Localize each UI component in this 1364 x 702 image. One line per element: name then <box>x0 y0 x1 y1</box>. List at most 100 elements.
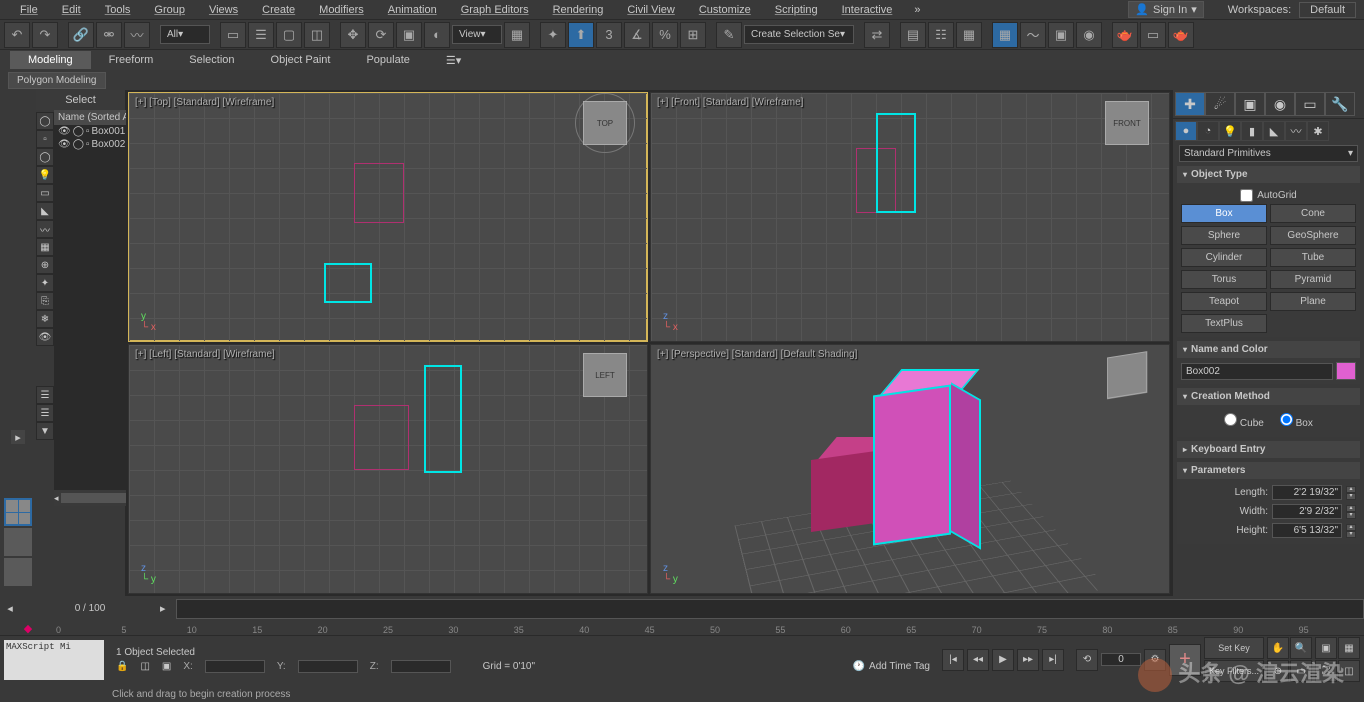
box-button[interactable]: Box <box>1181 204 1267 223</box>
display-hidden-icon[interactable]: 👁 <box>36 328 54 346</box>
menu-more-icon[interactable]: » <box>914 4 920 16</box>
display-space-icon[interactable]: 〰 <box>36 220 54 238</box>
isolate-icon[interactable]: ◫ <box>140 661 149 672</box>
ref-coord-dropdown[interactable]: View ▾ <box>452 25 502 44</box>
goto-end-button[interactable]: ▸| <box>1042 649 1064 671</box>
lights-icon[interactable]: 💡 <box>1219 121 1241 141</box>
menu-graph-editors[interactable]: Graph Editors <box>449 2 541 18</box>
menu-group[interactable]: Group <box>142 2 197 18</box>
plane-button[interactable]: Plane <box>1270 292 1356 311</box>
menu-civil-view[interactable]: Civil View <box>615 2 686 18</box>
display-tab-icon[interactable]: ▭ <box>1295 92 1325 116</box>
ribbon-button[interactable]: ▦ <box>992 22 1018 48</box>
rollout-header[interactable]: Name and Color <box>1177 341 1360 358</box>
menu-views[interactable]: Views <box>197 2 250 18</box>
z-input[interactable] <box>391 660 451 673</box>
move-button[interactable]: ✥ <box>340 22 366 48</box>
placement-button[interactable]: ◐ <box>424 22 450 48</box>
viewport-label[interactable]: [+] [Left] [Standard] [Wireframe] <box>135 349 275 360</box>
scene-item-box002[interactable]: 👁◯ ▫Box002 <box>54 138 133 151</box>
render-setup-button[interactable]: 🫖 <box>1112 22 1138 48</box>
width-spinner[interactable]: ▴▾ <box>1346 505 1356 519</box>
geosphere-button[interactable]: GeoSphere <box>1270 226 1356 245</box>
tab-more-icon[interactable]: ☰▾ <box>428 51 479 70</box>
viewport-perspective[interactable]: [+] [Perspective] [Standard] [Default Sh… <box>650 344 1170 594</box>
height-input[interactable] <box>1272 523 1342 538</box>
display-lights-icon[interactable]: 💡 <box>36 166 54 184</box>
cylinder-button[interactable]: Cylinder <box>1181 248 1267 267</box>
menu-file[interactable]: File <box>8 2 50 18</box>
cameras-icon[interactable]: ▮ <box>1241 121 1263 141</box>
scene-item-box001[interactable]: 👁◯ ▫Box001 <box>54 125 133 138</box>
goto-start-button[interactable]: |◂ <box>942 649 964 671</box>
geometry-icon[interactable]: ● <box>1175 121 1197 141</box>
teapot-button[interactable]: Teapot <box>1181 292 1267 311</box>
mirror-button[interactable]: ⇄ <box>864 22 890 48</box>
select-by-name-button[interactable]: ☰ <box>248 22 274 48</box>
scene-list-header[interactable]: Name (Sorted A <box>54 110 133 125</box>
menu-interactive[interactable]: Interactive <box>830 2 905 18</box>
modify-tab-icon[interactable]: ☄ <box>1205 92 1235 116</box>
rollout-header[interactable]: Keyboard Entry <box>1177 441 1360 458</box>
tab-modeling[interactable]: Modeling <box>10 51 91 69</box>
layout-alt-button[interactable] <box>4 558 32 586</box>
length-input[interactable] <box>1272 485 1342 500</box>
textplus-button[interactable]: TextPlus <box>1181 314 1267 333</box>
object-name-input[interactable] <box>1181 363 1333 380</box>
link-button[interactable]: 🔗 <box>68 22 94 48</box>
viewcube[interactable]: TOP <box>583 101 627 145</box>
layers-button[interactable]: ☷ <box>928 22 954 48</box>
create-tab-icon[interactable]: ✚ <box>1175 92 1205 116</box>
tab-selection[interactable]: Selection <box>171 51 252 69</box>
next-frame-button[interactable]: ▸▸ <box>1017 649 1039 671</box>
menu-rendering[interactable]: Rendering <box>541 2 616 18</box>
freeze-icon[interactable]: ◯ <box>73 126 84 137</box>
category-dropdown[interactable]: Standard Primitives ▾ <box>1179 145 1358 162</box>
material-editor-button[interactable]: ◉ <box>1076 22 1102 48</box>
keyboard-shortcut-button[interactable]: ⬆ <box>568 22 594 48</box>
prev-frame-button[interactable]: ◂◂ <box>967 649 989 671</box>
scene-scrollbar[interactable]: ◂▸ <box>54 490 133 506</box>
motion-tab-icon[interactable]: ◉ <box>1265 92 1295 116</box>
tab-populate[interactable]: Populate <box>348 51 427 69</box>
tube-button[interactable]: Tube <box>1270 248 1356 267</box>
visibility-icon[interactable]: 👁 <box>58 139 71 150</box>
unlink-button[interactable]: ⚮ <box>96 22 122 48</box>
cone-button[interactable]: Cone <box>1270 204 1356 223</box>
height-spinner[interactable]: ▴▾ <box>1346 524 1356 538</box>
snap-button[interactable]: 3 <box>596 22 622 48</box>
rollout-header[interactable]: Object Type <box>1177 166 1360 183</box>
scale-button[interactable]: ▣ <box>396 22 422 48</box>
redo-button[interactable]: ↷ <box>32 22 58 48</box>
viewport-front[interactable]: [+] [Front] [Standard] [Wireframe] FRONT… <box>650 92 1170 342</box>
timeline-scroll-right[interactable]: ▸ <box>160 602 176 615</box>
curve-editor-button[interactable]: 〜 <box>1020 22 1046 48</box>
length-spinner[interactable]: ▴▾ <box>1346 486 1356 500</box>
polygon-modeling-button[interactable]: Polygon Modeling <box>8 72 106 89</box>
maxscript-listener[interactable]: MAXScript Mi <box>4 640 104 680</box>
menu-scripting[interactable]: Scripting <box>763 2 830 18</box>
manipulate-button[interactable]: ✦ <box>540 22 566 48</box>
display-bone-icon[interactable]: ✦ <box>36 274 54 292</box>
viewcube[interactable]: FRONT <box>1105 101 1149 145</box>
pyramid-button[interactable]: Pyramid <box>1270 270 1356 289</box>
systems-icon[interactable]: ✱ <box>1307 121 1329 141</box>
track-icon[interactable]: ◆ <box>24 622 32 635</box>
viewport-label[interactable]: [+] [Front] [Standard] [Wireframe] <box>657 97 803 108</box>
menu-create[interactable]: Create <box>250 2 307 18</box>
box-radio[interactable]: Box <box>1280 413 1313 429</box>
percent-snap-button[interactable]: % <box>652 22 678 48</box>
width-input[interactable] <box>1272 504 1342 519</box>
display-all-icon[interactable]: ◯ <box>36 112 54 130</box>
list-sort-icon[interactable]: ☰ <box>36 404 54 422</box>
list-view-icon[interactable]: ☰ <box>36 386 54 404</box>
render-frame-button[interactable]: ▭ <box>1140 22 1166 48</box>
selection-lock-icon[interactable]: ▣ <box>162 661 171 672</box>
rect-select-button[interactable]: ▢ <box>276 22 302 48</box>
lock-icon[interactable]: 🔒 <box>116 661 128 672</box>
pivot-button[interactable]: ▦ <box>504 22 530 48</box>
display-groups-icon[interactable]: ▦ <box>36 238 54 256</box>
named-selection-dropdown[interactable]: Create Selection Se ▾ <box>744 25 854 44</box>
viewport-label[interactable]: [+] [Top] [Standard] [Wireframe] <box>135 97 274 108</box>
toggle-explorer-button[interactable]: ▦ <box>956 22 982 48</box>
